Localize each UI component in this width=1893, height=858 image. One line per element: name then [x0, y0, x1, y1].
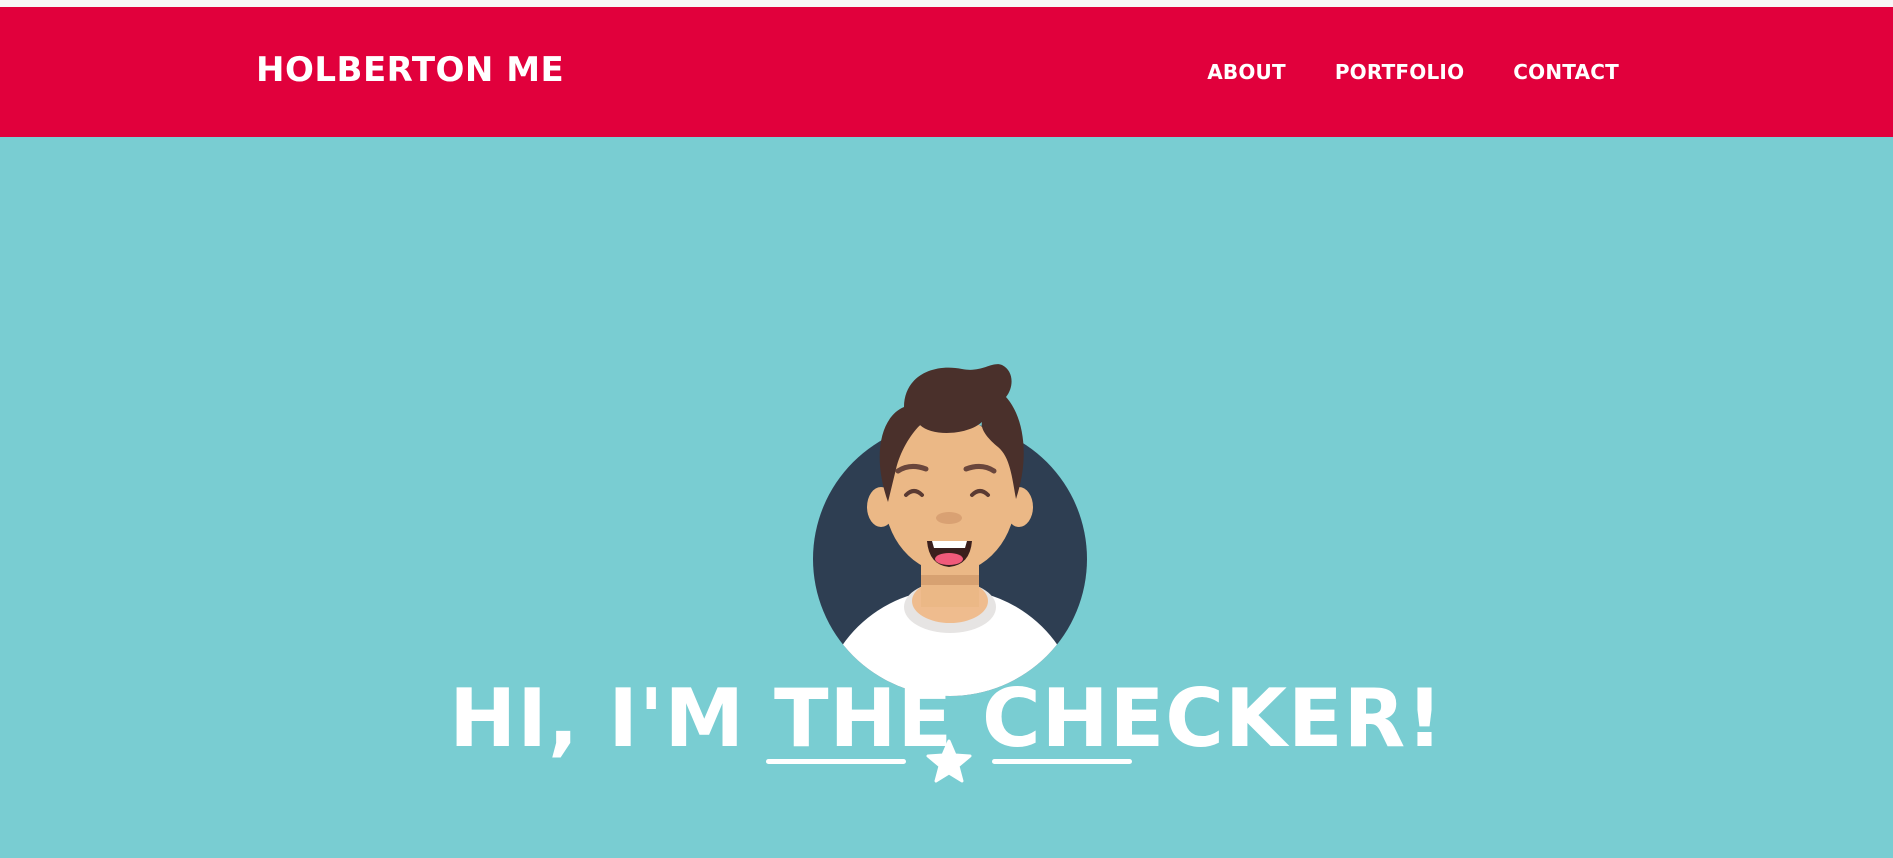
navbar: HOLBERTON ME ABOUT PORTFOLIO CONTACT	[0, 7, 1893, 137]
divider-line-right	[992, 759, 1132, 764]
divider-line-left	[766, 759, 906, 764]
smiling-person-avatar-icon	[813, 364, 1087, 696]
brand-logo[interactable]: HOLBERTON ME	[256, 53, 564, 87]
nav-links: ABOUT PORTFOLIO CONTACT	[1207, 62, 1619, 82]
nav-link-contact[interactable]: CONTACT	[1513, 62, 1619, 82]
top-border-strip	[0, 0, 1893, 7]
hero-section: HI, I'M THE CHECKER!	[0, 137, 1893, 858]
title-divider	[766, 737, 1132, 787]
star-icon	[926, 739, 972, 783]
nav-link-portfolio[interactable]: PORTFOLIO	[1335, 62, 1464, 82]
nav-link-about[interactable]: ABOUT	[1207, 62, 1286, 82]
